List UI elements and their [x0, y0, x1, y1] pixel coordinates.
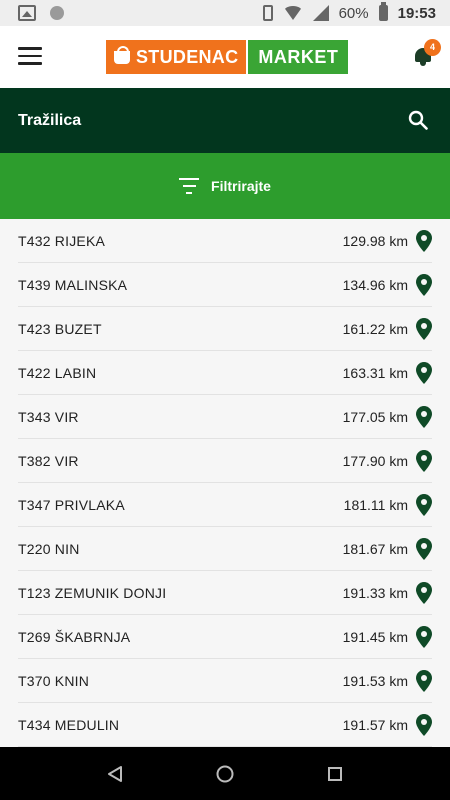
- search-bar: Tražilica: [0, 88, 450, 153]
- store-name: T123 ZEMUNIK DONJI: [18, 584, 167, 601]
- store-distance: 181.67 km: [342, 540, 408, 557]
- app-notification-icon: [50, 6, 64, 20]
- logo-right-part: MARKET: [246, 40, 349, 74]
- map-pin-icon[interactable]: [416, 537, 432, 560]
- wifi-icon: [282, 6, 303, 20]
- logo-text-market: MARKET: [258, 46, 339, 67]
- store-distance: 134.96 km: [342, 276, 408, 293]
- map-pin-icon[interactable]: [416, 317, 432, 340]
- status-bar: 60% 19:53: [0, 0, 450, 26]
- android-nav-bar: [0, 747, 450, 800]
- logo-left-part: STUDENAC: [106, 40, 247, 74]
- store-row[interactable]: T423 BUZET 161.22 km: [18, 307, 432, 351]
- filter-label: Filtrirajte: [211, 178, 271, 194]
- filter-icon: [179, 178, 200, 194]
- store-name: T370 KNIN: [18, 672, 90, 689]
- app-header: STUDENAC MARKET 4: [0, 26, 450, 88]
- store-row[interactable]: T123 ZEMUNIK DONJI 191.33 km: [18, 571, 432, 615]
- store-name: T432 RIJEKA: [18, 232, 106, 249]
- recents-icon[interactable]: [320, 759, 350, 789]
- store-distance: 163.31 km: [342, 364, 408, 381]
- store-distance: 177.05 km: [342, 408, 408, 425]
- battery-percent: 60%: [338, 4, 369, 22]
- search-title: Tražilica: [18, 111, 82, 129]
- store-distance: 161.22 km: [342, 320, 408, 337]
- hamburger-menu-icon[interactable]: [18, 47, 42, 67]
- map-pin-icon[interactable]: [416, 581, 432, 604]
- store-distance: 191.53 km: [342, 672, 408, 689]
- store-distance: 181.11 km: [343, 496, 408, 513]
- back-icon[interactable]: [100, 759, 130, 789]
- store-row[interactable]: T382 VIR 177.90 km: [18, 439, 432, 483]
- store-distance: 191.45 km: [342, 628, 408, 645]
- map-pin-icon[interactable]: [416, 493, 432, 516]
- store-row[interactable]: T439 MALINSKA 134.96 km: [18, 263, 432, 307]
- store-row[interactable]: T347 PRIVLAKA 181.11 km: [18, 483, 432, 527]
- store-name: T434 MEDULIN: [18, 716, 120, 733]
- store-row[interactable]: T269 ŠKABRNJA 191.45 km: [18, 615, 432, 659]
- store-distance: 129.98 km: [342, 232, 408, 249]
- store-distance: 191.57 km: [342, 716, 408, 733]
- store-row[interactable]: T434 MEDULIN 191.57 km: [18, 703, 432, 747]
- store-distance: 177.90 km: [342, 452, 408, 469]
- map-pin-icon[interactable]: [416, 361, 432, 384]
- map-pin-icon[interactable]: [416, 625, 432, 648]
- notifications-bell-icon[interactable]: 4: [414, 39, 441, 66]
- store-name: T343 VIR: [18, 408, 79, 425]
- notification-count-badge: 4: [424, 39, 441, 56]
- vibrate-icon: [262, 5, 273, 21]
- store-name: T220 NIN: [18, 540, 80, 557]
- store-row[interactable]: T343 VIR 177.05 km: [18, 395, 432, 439]
- gallery-notification-icon: [18, 5, 36, 21]
- store-name: T382 VIR: [18, 452, 79, 469]
- studenac-market-logo: STUDENAC MARKET: [106, 40, 349, 74]
- battery-icon: [378, 2, 388, 21]
- clock: 19:53: [397, 4, 436, 22]
- store-distance: 191.33 km: [342, 584, 408, 601]
- store-row[interactable]: T220 NIN 181.67 km: [18, 527, 432, 571]
- store-row[interactable]: T370 KNIN 191.53 km: [18, 659, 432, 703]
- store-name: T439 MALINSKA: [18, 276, 128, 293]
- cell-signal-icon: [312, 5, 329, 21]
- map-pin-icon[interactable]: [416, 405, 432, 428]
- filter-button[interactable]: Filtrirajte: [0, 153, 450, 219]
- map-pin-icon[interactable]: [416, 449, 432, 472]
- map-pin-icon[interactable]: [416, 273, 432, 296]
- store-name: T347 PRIVLAKA: [18, 496, 125, 513]
- store-name: T422 LABIN: [18, 364, 97, 381]
- store-name: T423 BUZET: [18, 320, 102, 337]
- basket-icon: [114, 45, 130, 64]
- map-pin-icon[interactable]: [416, 713, 432, 736]
- store-row[interactable]: T422 LABIN 163.31 km: [18, 351, 432, 395]
- store-row[interactable]: T432 RIJEKA 129.98 km: [18, 219, 432, 263]
- search-icon[interactable]: [408, 110, 428, 130]
- logo-text-studenac: STUDENAC: [136, 46, 239, 67]
- store-name: T269 ŠKABRNJA: [18, 628, 131, 645]
- home-icon[interactable]: [210, 759, 240, 789]
- map-pin-icon[interactable]: [416, 669, 432, 692]
- map-pin-icon[interactable]: [416, 229, 432, 252]
- store-list: T432 RIJEKA 129.98 km T439 MALINSKA 134.96 …: [0, 219, 450, 747]
